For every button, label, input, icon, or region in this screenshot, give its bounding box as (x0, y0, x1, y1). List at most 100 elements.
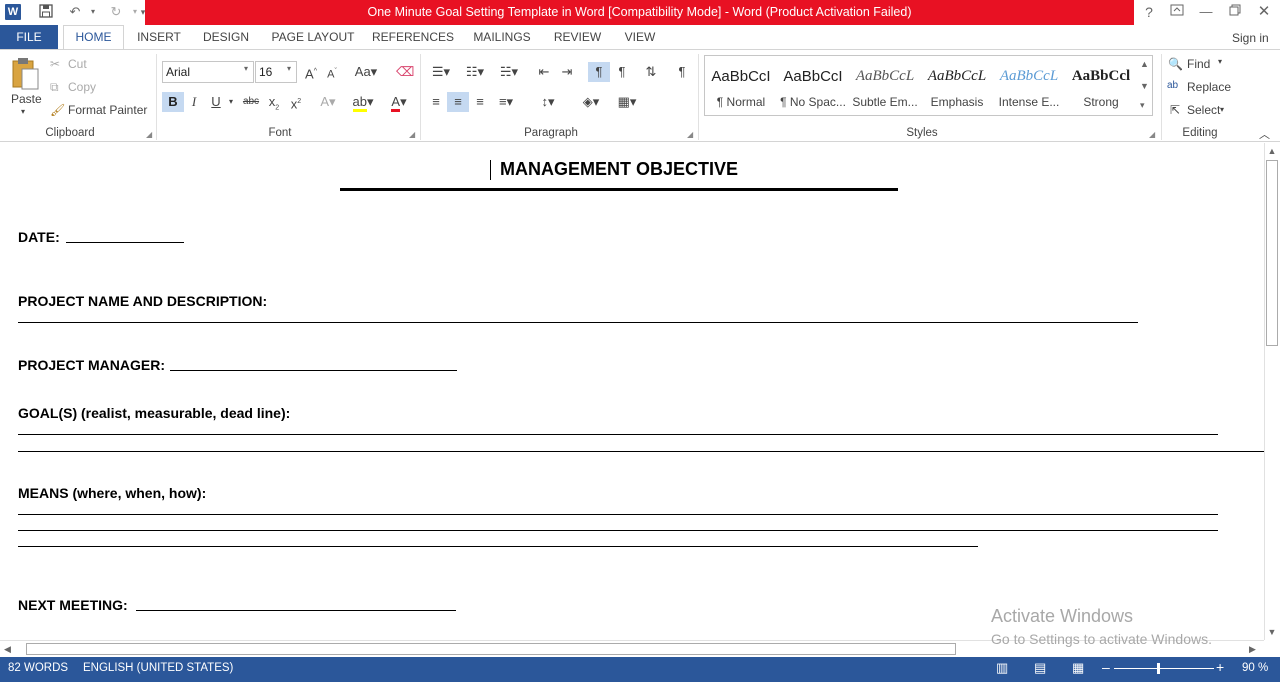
save-icon[interactable] (37, 3, 55, 21)
copy-icon[interactable]: ⧉ (50, 80, 59, 95)
format-painter-button[interactable]: Format Painter (68, 103, 147, 117)
zoom-slider-track[interactable] (1114, 668, 1214, 669)
horizontal-scroll-thumb[interactable] (26, 643, 956, 655)
find-button[interactable]: Find (1187, 57, 1210, 71)
paragraph-launcher-icon[interactable]: ◢ (687, 130, 693, 139)
clipboard-launcher-icon[interactable]: ◢ (146, 130, 152, 139)
strikethrough-button[interactable]: abc (240, 92, 262, 112)
format-painter-icon[interactable]: 🖌 (50, 103, 65, 117)
zoom-in-icon[interactable]: + (1216, 659, 1224, 675)
paste-button[interactable]: Paste (11, 92, 42, 106)
project-manager-label[interactable]: PROJECT MANAGER: (18, 357, 165, 373)
underline-dropdown-icon[interactable]: ▾ (226, 92, 236, 112)
help-icon[interactable]: ? (1140, 3, 1158, 21)
tab-view[interactable]: VIEW (619, 25, 661, 50)
style-subtle-emphasis-preview[interactable]: AaBbCcL (849, 68, 921, 85)
close-icon[interactable]: ✕ (1255, 3, 1273, 21)
restore-icon[interactable] (1226, 3, 1244, 21)
minimize-icon[interactable]: — (1197, 3, 1215, 21)
means-label[interactable]: MEANS (where, when, how): (18, 485, 206, 501)
bold-button[interactable]: B (162, 92, 184, 112)
next-meeting-label[interactable]: NEXT MEETING: (18, 597, 128, 613)
superscript-button[interactable]: x2 (286, 92, 306, 112)
style-intense-emphasis-preview[interactable]: AaBbCcL (993, 68, 1065, 85)
tab-file[interactable]: FILE (0, 25, 58, 50)
font-family-box[interactable]: Arial (162, 61, 254, 83)
tab-review[interactable]: REVIEW (550, 25, 605, 50)
tab-page-layout[interactable]: PAGE LAYOUT (268, 25, 358, 50)
zoom-slider-thumb[interactable] (1157, 663, 1160, 674)
decrease-indent-icon[interactable]: ⇤ (534, 62, 554, 82)
styles-scroll-down-icon[interactable]: ▼ (1140, 81, 1149, 91)
replace-button[interactable]: Replace (1187, 80, 1231, 94)
scroll-up-icon[interactable]: ▲ (1266, 146, 1278, 156)
style-normal-preview[interactable]: AaBbCcI (705, 68, 777, 85)
tab-design[interactable]: DESIGN (198, 25, 254, 50)
select-icon[interactable]: ⇱ (1170, 103, 1180, 117)
document-page[interactable]: MANAGEMENT OBJECTIVE DATE: PROJECT NAME … (0, 143, 1264, 640)
scroll-right-icon[interactable]: ▶ (1249, 644, 1256, 655)
font-color-icon[interactable]: A▾ (384, 92, 414, 112)
tab-mailings[interactable]: MAILINGS (467, 25, 537, 50)
rtl-paragraph-icon[interactable]: ¶ (612, 62, 632, 82)
multilevel-list-icon[interactable]: ☵▾ (494, 62, 524, 82)
goals-label[interactable]: GOAL(S) (realist, measurable, dead line)… (18, 405, 290, 421)
style-emphasis-name[interactable]: Emphasis (921, 95, 993, 109)
shrink-font-icon[interactable]: Aˇ (323, 62, 341, 82)
font-size-dropdown-icon[interactable]: ▾ (287, 64, 291, 73)
ribbon-display-options-icon[interactable] (1168, 3, 1186, 21)
style-subtle-emphasis-name[interactable]: Subtle Em... (849, 95, 921, 109)
select-button[interactable]: Select (1187, 103, 1220, 117)
grow-font-icon[interactable]: A^ (302, 62, 320, 82)
align-right-icon[interactable]: ≡ (470, 92, 490, 112)
underline-button[interactable]: U (208, 92, 224, 112)
find-icon[interactable]: 🔍 (1168, 57, 1183, 71)
style-intense-emphasis-name[interactable]: Intense E... (993, 95, 1065, 109)
paste-dropdown-icon[interactable]: ▾ (21, 107, 25, 116)
font-family-dropdown-icon[interactable]: ▾ (244, 64, 248, 73)
word-count[interactable]: 82 WORDS (8, 662, 68, 674)
style-strong-preview[interactable]: AaBbCcl (1065, 68, 1137, 85)
line-spacing-icon[interactable]: ↕▾ (534, 92, 562, 112)
print-layout-icon[interactable]: ▤ (1034, 660, 1046, 676)
vertical-scroll-thumb[interactable] (1266, 160, 1278, 346)
clear-formatting-icon[interactable]: ⌫ (396, 62, 414, 82)
change-case-icon[interactable]: Aa▾ (352, 62, 380, 82)
replace-icon[interactable]: ab (1167, 80, 1178, 91)
justify-icon[interactable]: ≡▾ (492, 92, 520, 112)
read-mode-icon[interactable]: ▥ (996, 660, 1008, 676)
ltr-paragraph-icon[interactable]: ¶ (588, 62, 610, 82)
styles-scroll-up-icon[interactable]: ▲ (1140, 59, 1149, 69)
italic-button[interactable]: I (186, 92, 202, 112)
style-no-spacing-name[interactable]: ¶ No Spac... (777, 95, 849, 109)
align-left-icon[interactable]: ≡ (426, 92, 446, 112)
increase-indent-icon[interactable]: ⇥ (557, 62, 577, 82)
tab-insert[interactable]: INSERT (132, 25, 186, 50)
redo-icon[interactable]: ↻ (107, 3, 125, 21)
language-indicator[interactable]: ENGLISH (UNITED STATES) (83, 662, 233, 674)
undo-icon[interactable]: ↶ (66, 3, 84, 21)
font-launcher-icon[interactable]: ◢ (409, 130, 415, 139)
tab-home[interactable]: HOME (63, 25, 124, 50)
align-center-icon[interactable]: ≡ (447, 92, 469, 112)
sort-icon[interactable]: ⇅ (641, 62, 661, 82)
cut-button[interactable]: Cut (68, 57, 87, 71)
scroll-down-icon[interactable]: ▼ (1266, 627, 1278, 637)
paste-icon[interactable] (10, 57, 40, 91)
word-app-icon[interactable]: W (5, 4, 21, 20)
project-name-label[interactable]: PROJECT NAME AND DESCRIPTION: (18, 293, 267, 309)
web-layout-icon[interactable]: ▦ (1072, 660, 1084, 676)
style-no-spacing-preview[interactable]: AaBbCcI (777, 68, 849, 85)
bullets-icon[interactable]: ☰▾ (426, 62, 456, 82)
styles-launcher-icon[interactable]: ◢ (1149, 130, 1155, 139)
zoom-out-icon[interactable]: – (1102, 659, 1110, 675)
copy-button[interactable]: Copy (68, 80, 96, 94)
shading-icon[interactable]: ◈▾ (576, 92, 606, 112)
subscript-button[interactable]: x2 (264, 92, 284, 112)
borders-icon[interactable]: ▦▾ (612, 92, 642, 112)
document-heading[interactable]: MANAGEMENT OBJECTIVE (340, 159, 898, 180)
show-formatting-marks-icon[interactable]: ¶ (672, 62, 692, 82)
style-strong-name[interactable]: Strong (1065, 95, 1137, 109)
zoom-level[interactable]: 90 % (1242, 662, 1268, 674)
text-effects-icon[interactable]: A▾ (314, 92, 342, 112)
